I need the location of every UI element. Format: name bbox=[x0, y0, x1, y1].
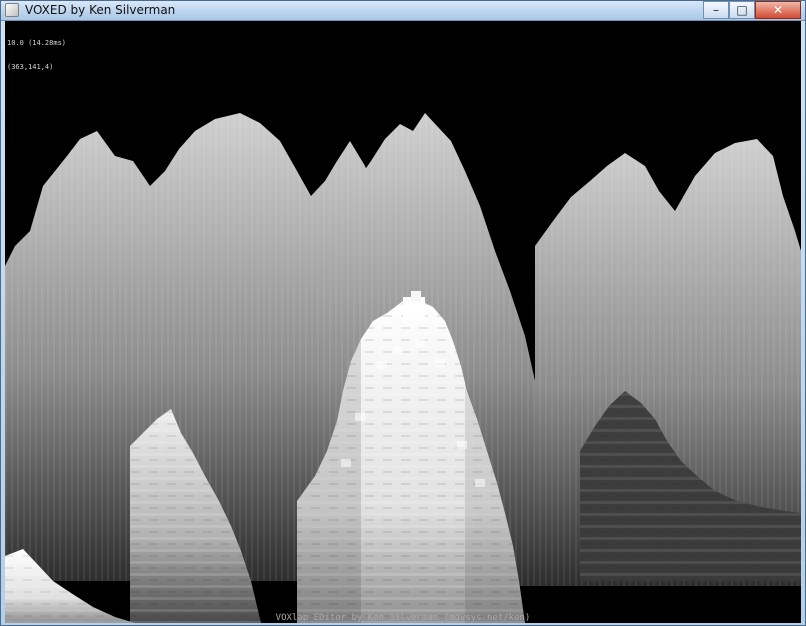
hud-fps: 10.0 (14.28ms) bbox=[7, 39, 67, 47]
voxel-scene bbox=[5, 21, 801, 623]
close-button[interactable]: ✕ bbox=[755, 1, 801, 19]
app-icon[interactable] bbox=[5, 3, 19, 17]
title-bar[interactable]: VOXED by Ken Silverman – □ ✕ bbox=[1, 1, 805, 21]
footer-credit: VOXlap EDitor by Ken Silverman (advsys.n… bbox=[275, 613, 531, 623]
minimize-button[interactable]: – bbox=[703, 1, 729, 19]
hud-overlay: 10.0 (14.28ms) (363,141,4) bbox=[7, 23, 66, 87]
window-controls: – □ ✕ bbox=[703, 1, 801, 19]
app-window: VOXED by Ken Silverman – □ ✕ 10.0 (14.28… bbox=[0, 0, 806, 626]
window-title: VOXED by Ken Silverman bbox=[25, 3, 176, 17]
hud-coordinates: (363,141,4) bbox=[7, 63, 54, 71]
voxel-viewport[interactable]: 10.0 (14.28ms) (363,141,4) VOXlap EDitor… bbox=[5, 21, 801, 623]
maximize-button[interactable]: □ bbox=[729, 1, 755, 19]
